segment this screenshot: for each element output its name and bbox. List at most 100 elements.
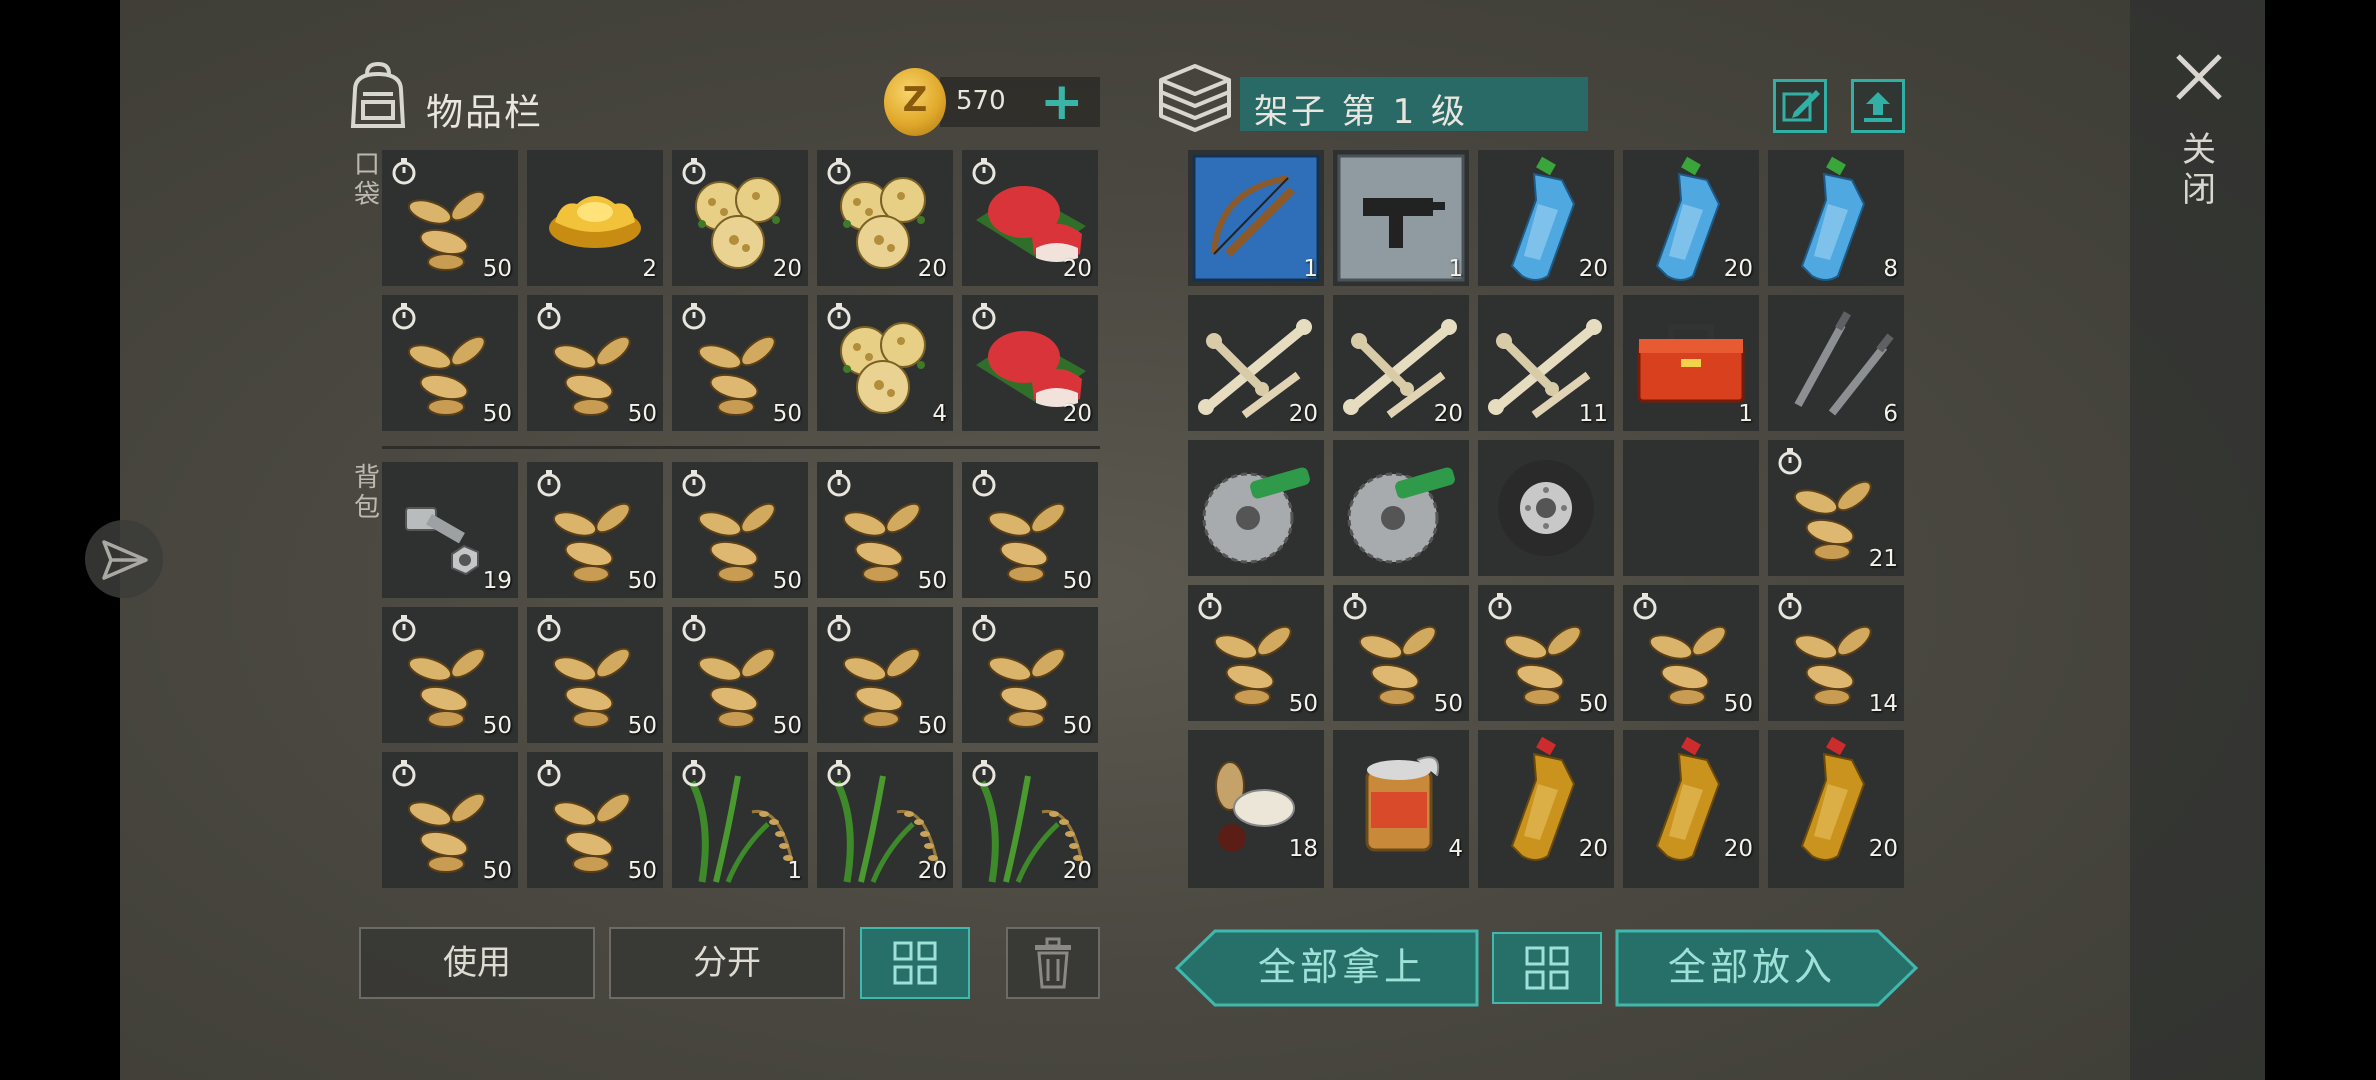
sort-grid-button[interactable] [860,927,970,999]
backpack-slot[interactable]: 50 [962,462,1098,598]
timer-icon [1196,591,1224,625]
timer-icon [390,758,418,792]
pocket-slot[interactable]: 50 [382,295,518,431]
partial-slot[interactable] [1623,866,1759,888]
partial-slot[interactable] [1188,866,1324,888]
pocket-slot[interactable]: 50 [672,295,808,431]
backpack-slot[interactable]: 50 [527,607,663,743]
partial-slot[interactable] [1333,866,1469,888]
timer-icon [680,613,708,647]
take-all-button[interactable]: 全部拿上 [1215,930,1469,1004]
coin-amount: 570 [956,86,1006,116]
shelf-slot[interactable] [1333,440,1469,576]
shelf-title: 架子 第 1 级 [1254,92,1469,132]
backpack-slot[interactable]: 50 [382,752,518,888]
inventory-title: 物品栏 [426,91,543,134]
shelf-slot[interactable]: 50 [1333,585,1469,721]
shelf-slot[interactable] [1188,440,1324,576]
item-quantity: 50 [917,568,947,594]
put-all-button[interactable]: 全部放入 [1620,930,1884,1004]
shelf-icon [1157,62,1233,136]
pocket-slot[interactable]: 50 [382,150,518,286]
pocket-slot[interactable]: 20 [817,150,953,286]
grid-icon [1525,946,1569,990]
timer-icon [390,301,418,335]
item-quantity: 1 [1738,401,1753,427]
timer-icon [1631,591,1659,625]
backpack-slot[interactable]: 20 [962,752,1098,888]
shelf-slot[interactable]: 14 [1768,585,1904,721]
shelf-slot[interactable]: 6 [1768,295,1904,431]
add-coins-button[interactable]: + [1040,76,1084,128]
shelf-slot[interactable]: 1 [1333,150,1469,286]
shelf-slot[interactable]: 20 [1478,730,1614,866]
pocket-slot[interactable]: 20 [962,295,1098,431]
backpack-slot[interactable]: 50 [527,462,663,598]
shelf-slot[interactable]: 50 [1478,585,1614,721]
backpack-slot[interactable]: 50 [962,607,1098,743]
upload-icon[interactable] [1851,79,1905,133]
section-divider [382,446,1100,449]
pocket-slot[interactable]: 4 [817,295,953,431]
shelf-slot[interactable] [1623,440,1759,576]
pocket-slot[interactable]: 2 [527,150,663,286]
shelf-slot[interactable]: 1 [1188,150,1324,286]
timer-icon [825,156,853,190]
use-button[interactable]: 使用 [359,927,595,999]
timer-icon [1776,446,1804,480]
timer-icon [970,156,998,190]
shelf-slot[interactable]: 4 [1333,730,1469,866]
shelf-slot[interactable]: 20 [1768,730,1904,866]
item-quantity: 50 [917,713,947,739]
shelf-slot[interactable] [1478,440,1614,576]
item-quantity: 50 [1578,691,1608,717]
backpack-slot[interactable]: 50 [672,607,808,743]
item-quantity: 20 [917,256,947,282]
backpack-slot[interactable]: 50 [817,607,953,743]
partial-slot[interactable] [1478,866,1614,888]
pocket-slot[interactable]: 50 [527,295,663,431]
send-icon[interactable] [85,520,163,598]
timer-icon [970,758,998,792]
shelf-slot[interactable]: 1 [1623,295,1759,431]
shelf-slot[interactable]: 18 [1188,730,1324,866]
item-quantity: 4 [932,401,947,427]
shelf-slot[interactable]: 50 [1188,585,1324,721]
shelf-sort-button[interactable] [1492,932,1602,1004]
split-button[interactable]: 分开 [609,927,845,999]
close-label[interactable]: 关闭 [2181,130,2217,210]
close-icon[interactable] [2174,52,2224,106]
backpack-slot[interactable]: 50 [672,462,808,598]
shelf-slot[interactable]: 50 [1623,585,1759,721]
backpack-slot[interactable]: 1 [672,752,808,888]
rename-edit-button[interactable] [1773,79,1827,133]
shelf-slot[interactable]: 20 [1478,150,1614,286]
timer-icon [970,301,998,335]
shelf-slot[interactable]: 20 [1333,295,1469,431]
shelf-slot[interactable]: 20 [1188,295,1324,431]
backpack-slot[interactable]: 19 [382,462,518,598]
backpack-slot[interactable]: 50 [817,462,953,598]
timer-icon [390,156,418,190]
shelf-slot[interactable]: 20 [1623,730,1759,866]
backpack-slot[interactable]: 20 [817,752,953,888]
shelf-slot[interactable]: 11 [1478,295,1614,431]
partial-slot[interactable] [1768,866,1904,888]
backpack-slot[interactable]: 50 [382,607,518,743]
item-quantity: 50 [627,858,657,884]
shelf-slot[interactable]: 20 [1623,150,1759,286]
item-quantity: 20 [1578,256,1608,282]
item-quantity: 20 [1868,836,1898,862]
shelf-slot[interactable]: 21 [1768,440,1904,576]
shelf-slot[interactable]: 8 [1768,150,1904,286]
pocket-slot[interactable]: 20 [672,150,808,286]
pocket-slot[interactable]: 20 [962,150,1098,286]
item-quantity: 20 [917,858,947,884]
item-quantity: 2 [642,256,657,282]
item-quantity: 50 [1433,691,1463,717]
backpack-slot[interactable]: 50 [527,752,663,888]
item-quantity: 1 [1303,256,1318,282]
item-quantity: 50 [627,713,657,739]
trash-icon [1035,937,1071,989]
trash-button[interactable] [1006,927,1100,999]
